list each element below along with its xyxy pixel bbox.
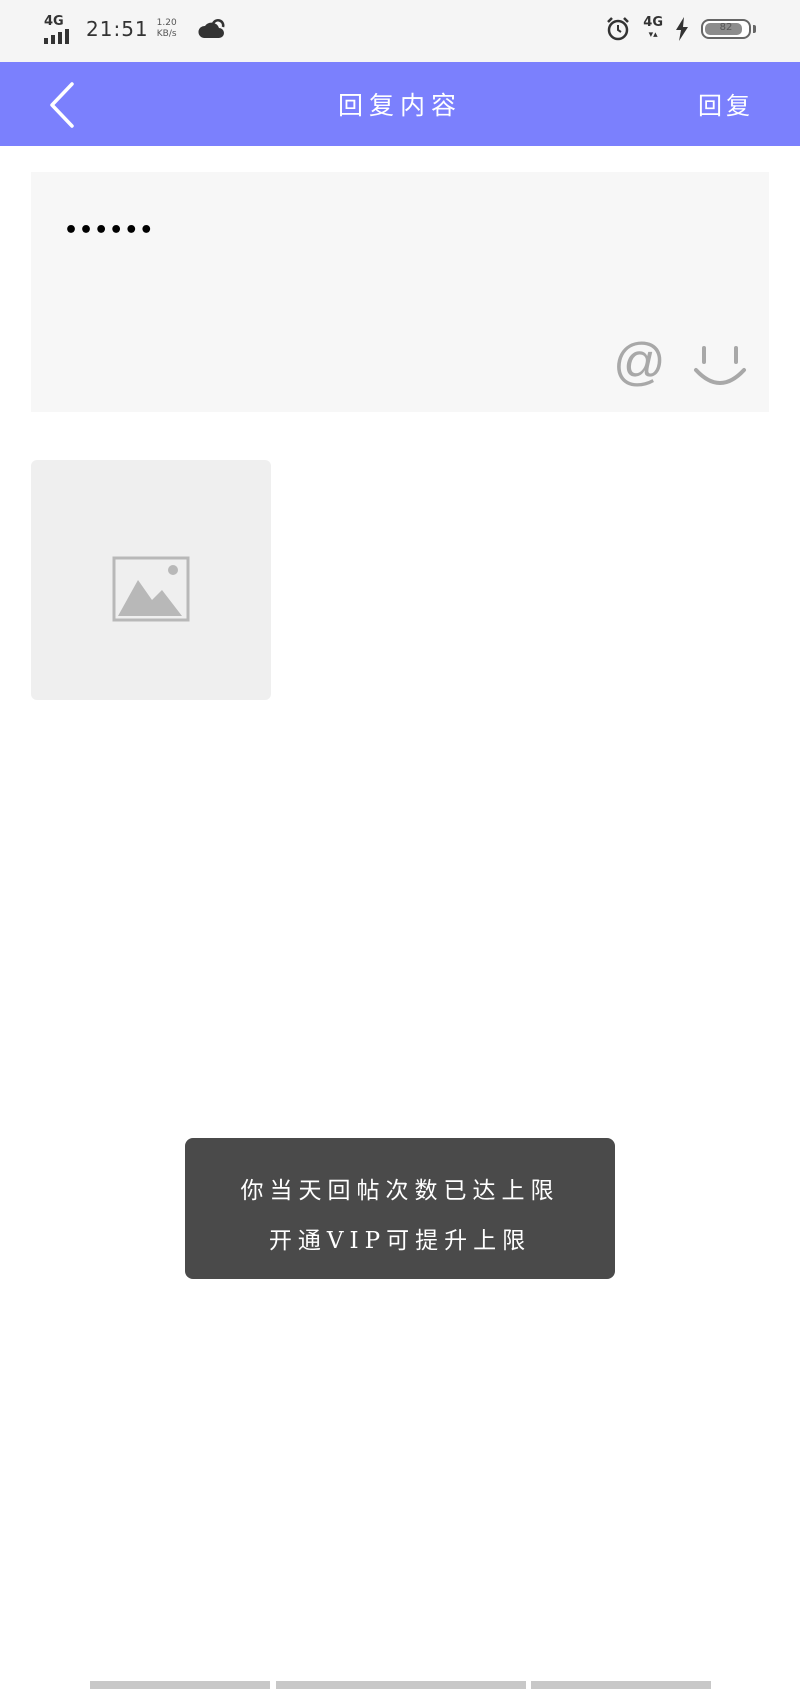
clock: 21:51	[86, 17, 149, 41]
mobile-data-label: 4G	[643, 15, 663, 30]
bottom-segment	[531, 1681, 711, 1689]
battery-level: 82	[719, 22, 733, 33]
network-type-label: 4G	[44, 14, 64, 29]
battery-tip	[753, 25, 756, 33]
toast-line-2: 开通VIP可提升上限	[268, 1228, 532, 1254]
bottom-segment	[90, 1681, 270, 1689]
status-left: 4G 21:51 1.20 KB/s	[44, 14, 225, 44]
at-icon[interactable]: @	[613, 332, 666, 392]
image-placeholder-icon	[112, 556, 190, 622]
mobile-data-indicator: 4G ▾▴	[643, 15, 663, 40]
toast-line-1: 你当天回帖次数已达上限	[240, 1178, 560, 1204]
speed-unit: KB/s	[156, 29, 177, 39]
battery-icon: 82	[701, 19, 751, 39]
reply-content-input[interactable]: •••••• @	[31, 172, 769, 412]
toast-message: 你当天回帖次数已达上限 开通VIP可提升上限	[185, 1138, 615, 1279]
reply-button[interactable]: 回复	[698, 86, 754, 121]
weather-cloud-icon	[198, 19, 225, 38]
app-header: 回复内容 回复	[0, 62, 800, 146]
status-right: 4G ▾▴ 82	[605, 16, 756, 42]
emoji-smile-icon[interactable]	[691, 340, 751, 400]
bottom-segment	[276, 1681, 526, 1689]
speed-value: 1.20	[156, 18, 177, 28]
signal-icon: 4G	[44, 14, 78, 44]
network-speed: 1.20 KB/s	[157, 18, 177, 40]
add-image-button[interactable]	[31, 460, 271, 700]
alarm-icon	[607, 17, 630, 41]
charging-icon	[676, 17, 688, 41]
page-title: 回复内容	[337, 91, 462, 120]
status-bar: 4G 21:51 1.20 KB/s 4G ▾▴ 82	[0, 0, 800, 62]
reply-content-text: ••••••	[64, 218, 155, 243]
